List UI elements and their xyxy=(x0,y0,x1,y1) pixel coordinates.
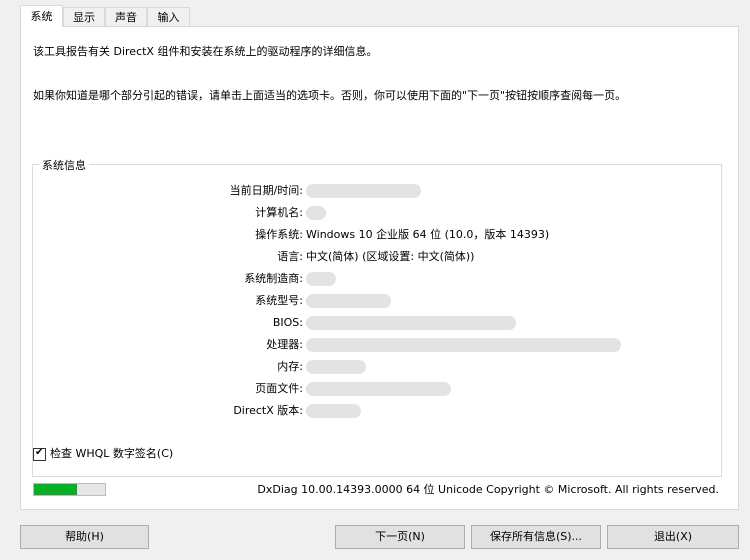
datetime-label: 当前日期/时间: xyxy=(229,184,303,197)
datetime-value xyxy=(306,183,421,199)
memory-value xyxy=(306,359,366,375)
checkbox-check-icon[interactable] xyxy=(33,446,46,461)
manufacturer-label: 系统制造商: xyxy=(244,272,303,285)
intro-text: 该工具报告有关 DirectX 组件和安装在系统上的驱动程序的详细信息。 xyxy=(33,45,378,58)
row-bios: BIOS: xyxy=(33,315,713,331)
group-title: 系统信息 xyxy=(39,157,89,173)
directx-value xyxy=(306,403,361,419)
tab-display[interactable]: 显示 xyxy=(63,7,105,26)
whql-label: 检查 WHQL 数字签名(C) xyxy=(50,447,174,460)
page-file-value xyxy=(306,381,451,397)
computer-name-label: 计算机名: xyxy=(255,206,303,219)
row-computer-name: 计算机名: xyxy=(33,205,713,221)
whql-checkbox[interactable]: 检查 WHQL 数字签名(C) xyxy=(33,446,174,461)
bios-value xyxy=(306,315,516,331)
row-language: 语言: 中文(简体) (区域设置: 中文(简体)) xyxy=(33,249,713,265)
row-manufacturer: 系统制造商: xyxy=(33,271,713,287)
row-datetime: 当前日期/时间: xyxy=(33,183,713,199)
copyright-text: DxDiag 10.00.14393.0000 64 位 Unicode Cop… xyxy=(257,483,719,496)
system-info-group: 系统信息 当前日期/时间: 计算机名: 操作系统: Windows 10 企业版… xyxy=(32,157,722,477)
tab-panel: 该工具报告有关 DirectX 组件和安装在系统上的驱动程序的详细信息。 如果你… xyxy=(20,26,739,510)
os-value: Windows 10 企业版 64 位 (10.0，版本 14393) xyxy=(306,228,550,241)
language-label: 语言: xyxy=(277,250,303,263)
model-label: 系统型号: xyxy=(255,294,303,307)
row-model: 系统型号: xyxy=(33,293,713,309)
tab-sound[interactable]: 声音 xyxy=(105,7,147,26)
tab-input[interactable]: 输入 xyxy=(147,7,190,26)
directx-label: DirectX 版本: xyxy=(233,404,303,417)
row-os: 操作系统: Windows 10 企业版 64 位 (10.0，版本 14393… xyxy=(33,227,713,243)
row-memory: 内存: xyxy=(33,359,713,375)
progress-bar xyxy=(33,483,106,496)
help-button[interactable]: 帮助(H) xyxy=(20,525,149,549)
row-directx: DirectX 版本: xyxy=(33,403,713,419)
model-value xyxy=(306,293,391,309)
memory-label: 内存: xyxy=(277,360,303,373)
next-page-button[interactable]: 下一页(N) xyxy=(335,525,465,549)
save-all-button[interactable]: 保存所有信息(S)... xyxy=(471,525,601,549)
bios-label: BIOS: xyxy=(272,316,303,329)
row-page-file: 页面文件: xyxy=(33,381,713,397)
tab-system[interactable]: 系统 xyxy=(20,5,63,27)
instructions-text: 如果你知道是哪个部分引起的错误，请单击上面适当的选项卡。否则，你可以使用下面的"… xyxy=(33,89,627,102)
computer-name-value xyxy=(306,205,326,221)
exit-button[interactable]: 退出(X) xyxy=(607,525,739,549)
manufacturer-value xyxy=(306,271,336,287)
row-processor: 处理器: xyxy=(33,337,713,353)
processor-value xyxy=(306,337,621,353)
os-label: 操作系统: xyxy=(255,228,303,241)
page-file-label: 页面文件: xyxy=(255,382,303,395)
progress-fill xyxy=(34,484,77,495)
processor-label: 处理器: xyxy=(266,338,303,351)
language-value: 中文(简体) (区域设置: 中文(简体)) xyxy=(306,250,475,263)
